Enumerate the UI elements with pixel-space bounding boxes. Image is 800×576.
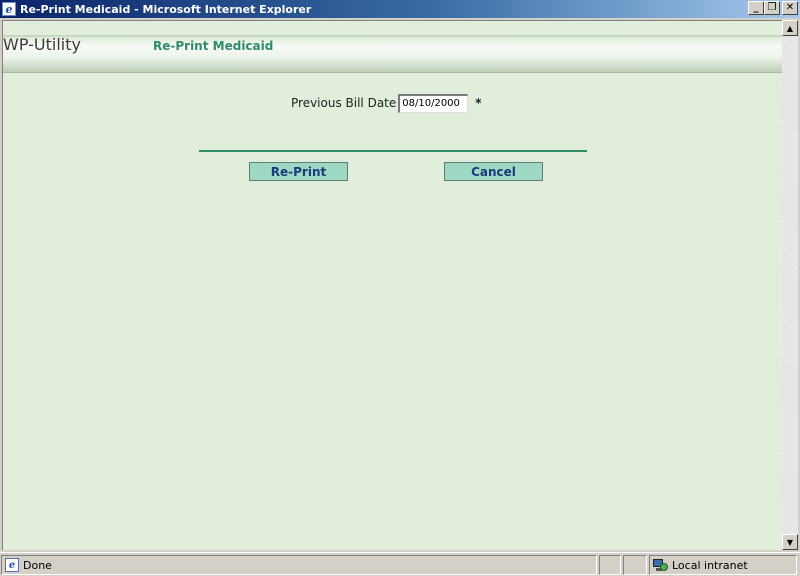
page-content: WP-Utility Re-Print Medicaid Previous Bi… [2, 20, 782, 550]
app-name: WP-Utility [3, 35, 81, 54]
status-cell: e Done [1, 555, 597, 575]
previous-bill-date-input[interactable] [398, 93, 469, 113]
vertical-scrollbar[interactable]: ▲ ▼ [782, 20, 798, 550]
window-controls: _ ❐ ✕ [748, 1, 798, 15]
header-top-line [3, 35, 782, 37]
window-titlebar[interactable]: e Re-Print Medicaid - Microsoft Internet… [0, 0, 800, 18]
minimize-button[interactable]: _ [748, 1, 764, 15]
reprint-button[interactable]: Re-Print [249, 162, 348, 181]
window-title: Re-Print Medicaid - Microsoft Internet E… [20, 2, 312, 16]
header-band [3, 35, 782, 73]
scroll-down-arrow-icon[interactable]: ▼ [782, 534, 798, 550]
maximize-button[interactable]: ❐ [764, 1, 780, 15]
local-intranet-icon [652, 558, 668, 572]
scroll-up-arrow-icon[interactable]: ▲ [782, 20, 798, 36]
statusbar: e Done Local intranet [0, 552, 800, 576]
page-title: Re-Print Medicaid [153, 39, 274, 53]
previous-bill-date-label: Previous Bill Date [291, 96, 397, 110]
previous-bill-date-row: Previous Bill Date * [291, 93, 482, 113]
ie-page-icon[interactable]: e [2, 2, 16, 16]
cancel-button[interactable]: Cancel [444, 162, 543, 181]
status-empty-cell [599, 555, 621, 575]
security-zone-cell[interactable]: Local intranet [649, 555, 797, 575]
status-empty-cell [623, 555, 647, 575]
zone-text: Local intranet [672, 558, 748, 572]
form-divider [199, 150, 587, 152]
ie-page-icon: e [5, 558, 19, 572]
status-text: Done [23, 558, 52, 572]
required-marker: * [475, 96, 482, 110]
close-button[interactable]: ✕ [782, 1, 798, 15]
